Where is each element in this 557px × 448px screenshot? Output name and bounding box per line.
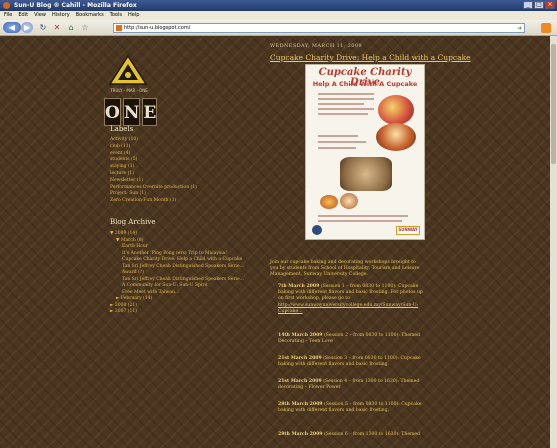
session-6: 28th March 2009 (Session 6 – from 1300 t… [278,432,428,438]
back-button[interactable]: ◀ [3,22,21,33]
post-intro: Join our cupcake baking and decorating w… [270,260,420,278]
blog-logo-icon [108,54,148,85]
poster-text-line [318,141,366,143]
address-bar[interactable]: http://sun-u.blogspot.com/ ➜ [113,23,525,33]
menu-history[interactable]: History [52,11,70,20]
label-link[interactable]: lecture (1) [110,171,197,178]
archive-heading: Blog Archive [110,218,156,226]
scrollbar-thumb[interactable] [551,44,556,164]
cupcake-photo [340,193,358,209]
title-bar: Sun-U Blog ® Cahill - Mozilla Firefox _ … [0,0,557,11]
window-title: Sun-U Blog ® Cahill - Mozilla Firefox [14,2,137,9]
cupcake-photo [376,123,416,151]
poster-subhead: Help A Child With A Cupcake [312,80,418,88]
session-date: 14th March 2009 [278,333,323,338]
label-link[interactable]: Zero Creation Fun Month (1) [110,198,197,205]
label-link[interactable]: Activity (10) [110,137,197,144]
bookmark-star-icon[interactable]: ☆ [80,23,90,33]
blog-archive: ▼ 2009 (14) ▼ March (8) Earth Hour It's … [110,231,244,316]
school-crest-icon [312,225,322,235]
one-letter: E [142,98,158,126]
session-4: 21st March 2009 (Session 4 – from 1300 t… [278,379,428,391]
poster-text-line [318,93,374,95]
session-date: 28th March 2009 [278,432,323,437]
navigation-toolbar: ◀ ▶ ↻ ✕ ⌂ ☆ http://sun-u.blogspot.com/ ➜ [0,20,557,36]
session-3: 21st March 2009 (Session 3 – from 0830 t… [278,356,428,368]
site-favicon-icon [116,25,122,31]
label-link[interactable]: club (11) [110,144,197,151]
vertical-scrollbar[interactable] [550,36,557,448]
poster-text-line [318,147,356,149]
menu-edit[interactable]: Edit [18,11,28,20]
session-5: 28th March 2009 (Session 5 – from 0830 t… [278,402,428,414]
label-link[interactable]: Newsletter (1) [110,178,197,185]
go-arrow-icon[interactable]: ➜ [517,25,522,32]
post-title-link[interactable]: Cupcake Charity Drive: Help a Child with… [270,53,471,62]
sunway-logo: SUNWAY [396,226,420,235]
poster-text-line [318,220,402,222]
cupcake-poster-image[interactable]: Cupcake Charity Drive Help A Child With … [305,64,425,240]
photos-link[interactable]: http://www.sunwayuniversitycollege.edu.m… [278,303,418,314]
logo-caption: TRULY · MAR · ONE [110,88,148,93]
poster-text-line [318,215,408,217]
menu-bar: File Edit View History Bookmarks Tools H… [0,11,557,20]
cupcake-photo [340,157,392,191]
window-controls: _ □ × [523,1,555,9]
session-date: 28th March 2009 [278,402,323,407]
minimize-button[interactable]: _ [523,1,533,9]
menu-file[interactable]: File [4,11,12,20]
session-detail: (Session 6 – from 1300 to 1630): Themed [323,432,421,437]
poster-text-line [318,103,364,105]
menu-view[interactable]: View [34,11,46,20]
archive-post-link[interactable]: Cupcake Charity Drive: Help a Child with… [110,257,244,264]
menu-tools[interactable]: Tools [110,11,122,20]
cupcake-photo [320,195,338,209]
one-letter: N [122,98,141,126]
poster-text-line [318,108,374,110]
labels-list: Activity (10) club (11) event (4) studen… [110,137,197,205]
cupcake-photo [378,95,414,125]
post-date: WEDNESDAY, MARCH 11, 2009 [270,43,363,49]
home-icon[interactable]: ⌂ [66,23,76,33]
menu-bookmarks[interactable]: Bookmarks [76,11,104,20]
archive-year[interactable]: ► 2007 (11) [110,309,244,316]
one-letter: O [104,98,121,126]
poster-text-line [318,113,368,115]
poster-text-line [318,98,374,100]
blog-page: TRULY · MAR · ONE O N E Labels Activity … [0,36,557,448]
one-banner: O N E [104,98,158,126]
session-date: 7th March 2009 [278,284,320,289]
maximize-button[interactable]: □ [534,1,544,9]
stop-icon[interactable]: ✕ [52,23,62,33]
rss-feed-icon[interactable] [541,23,551,33]
menu-help[interactable]: Help [128,11,139,20]
address-text: http://sun-u.blogspot.com/ [124,25,191,31]
close-button[interactable]: × [545,1,555,9]
forward-button[interactable]: ▶ [21,22,33,33]
session-date: 21st March 2009 [278,356,322,361]
firefox-icon [3,2,10,9]
session-date: 21st March 2009 [278,379,322,384]
session-2: 14th March 2009 (Session 2 – from 0830 t… [278,333,428,345]
browser-window: Sun-U Blog ® Cahill - Mozilla Firefox _ … [0,0,557,448]
label-link[interactable]: staying (1) [110,164,197,171]
poster-text-line [318,135,358,137]
reload-icon[interactable]: ↻ [38,23,48,33]
labels-heading: Labels [110,125,134,133]
session-1: 7th March 2009 (Session 1 – from 0830 to… [278,284,428,315]
